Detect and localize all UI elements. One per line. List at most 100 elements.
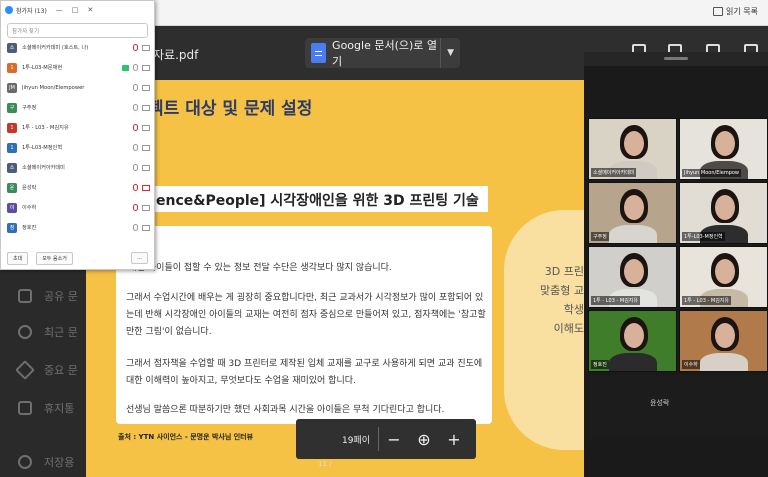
side-text-line: 맞춤형 교 [540,284,584,297]
video-tile[interactable]: 1투 - L03 - M김지유 [679,246,768,308]
screen-share-icon [122,64,129,71]
paragraph: '애인 아이들이 접할 수 있는 정보 전달 수단은 생각보다 많지 않습니다. [126,263,392,273]
mic-icon[interactable] [133,144,138,151]
participant-search-input[interactable]: 참가자 찾기 [7,23,148,38]
participant-row[interactable]: 1 1투-L03-M문채현 [7,61,150,74]
gallery-drag-handle[interactable] [584,52,768,66]
mic-icon[interactable] [133,64,138,71]
video-tile[interactable]: 정호진 [588,310,677,372]
star-icon [15,360,35,380]
participant-row[interactable]: 정 정호진 [7,221,150,234]
sidebar-item-starred[interactable]: 중요 문 [15,360,78,380]
person-body [609,225,657,243]
cloud-icon [18,455,32,469]
mic-muted-icon[interactable] [133,124,138,131]
open-with-label: Google 문서(으)로 열기 [332,39,438,68]
sidebar-item-shared[interactable]: 공유 문 [18,288,78,304]
mic-icon[interactable] [133,164,138,171]
participant-name: 구주정 [22,105,37,111]
video-tile-camera-off[interactable] [590,375,768,437]
participants-window: 참가자 (13) — □ ✕ 참가자 찾기 초대 모두 음소거 ... 소 소셜메… [0,0,155,270]
pdf-page: 3D 프린 맞춤형 교 학생 이해도 젝트 대상 및 문제 설정 ence&Pe… [86,80,584,477]
video-tile[interactable]: 소셜메이커아카데미 [588,118,677,180]
paragraph: 선생님 말씀으론 따분하기만 했던 사회과목 시간을 아이들은 무척 기다린다고… [126,405,445,415]
side-text: 3D 프린 맞춤형 교 학생 이해도 [534,262,584,338]
video-tile[interactable]: 1투-L03-M정인혁 [679,182,768,244]
participant-row[interactable]: 이 이수하 [7,201,150,214]
slide-heading: 젝트 대상 및 문제 설정 [148,99,313,119]
video-off-icon[interactable] [142,184,150,191]
participant-name: 1투-L03-M정인혁 [22,145,63,151]
participant-row[interactable]: 윤 윤성락 [7,181,150,194]
reading-list-button[interactable]: 읽기 목록 [713,6,758,17]
mute-all-button[interactable]: 모두 음소거 [36,251,73,265]
participant-name: 소셜메이커아카데미 [22,165,65,171]
zoom-in-icon[interactable]: + [439,430,469,449]
minimize-icon[interactable]: — [56,6,63,14]
paragraph: 그래서 수업시간에 배우는 게 굉장히 중요합니다만, 최근 교과서가 시각정보… [126,293,486,337]
mic-icon[interactable] [133,224,138,231]
sidebar-item-label: 휴지통 [44,402,75,415]
participant-row[interactable]: JM Jihyun Moon/Elempower [7,81,150,94]
zoom-out-icon[interactable]: − [379,430,409,449]
sidebar-item-trash[interactable]: 휴지통 [18,400,74,416]
open-with-google-docs-button[interactable]: Google 문서(으)로 열기 ▼ [305,38,460,68]
invite-button[interactable]: 초대 [7,251,29,265]
person-face [715,131,735,156]
sidebar-item-storage[interactable]: 저장용 [18,454,74,470]
video-icon[interactable] [142,64,150,71]
zoom-icon [5,6,13,14]
maximize-icon[interactable]: □ [72,6,79,14]
participant-row[interactable]: 소 소셜메이커아카데미 [7,161,150,174]
participant-row[interactable]: 소 소셜메이커카데미 (호스트, 나) [7,41,150,54]
google-docs-icon [311,43,327,63]
participant-row[interactable]: 구 구주정 [7,101,150,114]
more-button[interactable]: ... [131,252,148,264]
chevron-down-icon[interactable]: ▼ [441,48,460,58]
mic-muted-icon[interactable] [133,184,138,191]
video-tile-name: 구주정 [591,232,609,241]
video-icon[interactable] [142,224,150,231]
participant-name: 윤성락 [22,185,37,191]
person-face [715,323,735,348]
person-face [715,259,735,284]
participant-row[interactable]: 1 1투-L03-M정인혁 [7,141,150,154]
person-face [624,131,644,156]
close-icon[interactable]: ✕ [87,6,93,14]
video-icon[interactable] [142,44,150,51]
video-tile-name: Jihyun Moon/Elempow [682,169,742,177]
slide-subtitle: ence&People] 시각장애인을 위한 3D 프린팅 기술 [150,186,488,212]
zoom-fit-icon[interactable]: ⊕ [409,430,439,449]
video-tile[interactable]: 1투 - L03 - M김지유 [588,246,677,308]
avatar: 1 [7,122,17,133]
video-icon[interactable] [142,84,150,91]
video-tile[interactable]: 구주정 [588,182,677,244]
side-text-line: 3D 프린 [544,265,584,278]
avatar: 1 [7,62,17,73]
video-icon[interactable] [142,124,150,131]
video-tile[interactable]: Jihyun Moon/Elempow [679,118,768,180]
person-face [715,195,735,220]
video-icon[interactable] [142,164,150,171]
mic-icon[interactable] [133,104,138,111]
reading-list-icon [713,7,724,16]
mic-icon[interactable] [133,84,138,91]
video-icon[interactable] [142,204,150,211]
mic-muted-icon[interactable] [133,204,138,211]
sidebar-item-label: 공유 문 [44,290,78,303]
video-tile[interactable]: 이수하 [679,310,768,372]
person-body [700,353,748,371]
sidebar-item-label: 저장용 [44,456,75,469]
person-face [624,323,644,348]
video-icon[interactable] [142,144,150,151]
participant-row[interactable]: 1 1투 - L03 - M김지유 [7,121,150,134]
sidebar-item-label: 중요 문 [44,364,78,377]
sidebar-item-recent[interactable]: 최근 문 [18,324,78,340]
person-face [624,259,644,284]
side-text-line: 학생 [563,303,584,316]
reading-list-label: 읽기 목록 [726,7,758,16]
mic-muted-icon[interactable] [133,44,138,51]
drag-handle-icon [664,57,688,60]
video-tile-name: 소셜메이커아카데미 [591,168,637,177]
video-icon[interactable] [142,104,150,111]
